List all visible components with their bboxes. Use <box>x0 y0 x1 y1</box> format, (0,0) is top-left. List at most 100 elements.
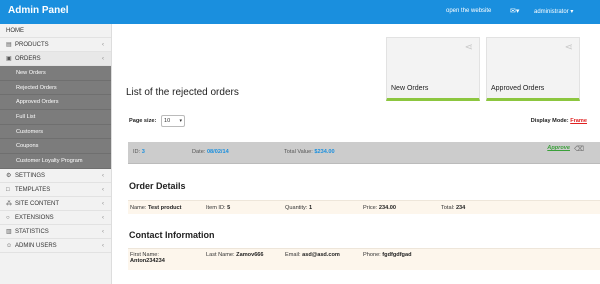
sidebar-item-admin-users[interactable]: ☺ ADMIN USERS ‹ <box>0 239 111 253</box>
sidebar-item-label: ORDERS <box>15 56 41 62</box>
sidebar-item-settings[interactable]: ⚙ SETTINGS ‹ <box>0 169 111 183</box>
sidebar-item-statistics[interactable]: ▥ STATISTICS ‹ <box>0 225 111 239</box>
sidebar-item-products[interactable]: ▤ PRODUCTS ‹ <box>0 38 111 52</box>
template-icon: □ <box>6 186 10 193</box>
contact-email-label: Email: <box>285 252 301 258</box>
sidebar-subitem-full-list[interactable]: Full List <box>0 110 111 125</box>
main-content: ⋖ New Orders ⋖ Approved Orders List of t… <box>113 24 600 284</box>
detail-name-label: Name: <box>130 205 147 211</box>
display-mode: Display Mode: Frame <box>531 118 587 124</box>
display-mode-label: Display Mode: <box>530 118 569 124</box>
order-date-value: 08/02/14 <box>206 149 229 155</box>
user-name: administrator <box>534 9 569 15</box>
chart-icon: ▥ <box>6 228 12 235</box>
detail-item-value: 5 <box>227 205 231 211</box>
contact-phone: Phone: fgdfgdfgad <box>363 252 412 258</box>
sidebar-item-label: STATISTICS <box>15 228 49 235</box>
sidebar-item-orders[interactable]: ▣ ORDERS ‹ <box>0 52 111 66</box>
user-menu[interactable]: administrator ▾ <box>534 8 573 15</box>
approve-button[interactable]: Approve <box>547 145 570 151</box>
sidebar-item-label: HOME <box>6 28 24 34</box>
sidebar-subitem-customers[interactable]: Customers <box>0 125 111 140</box>
order-date: Date: 08/02/14 <box>192 149 229 155</box>
chevron-left-icon: ‹ <box>102 172 104 179</box>
contact-info-row: First Name: Anton234234 Last Name: Zamov6… <box>128 248 600 270</box>
orders-icon: ▣ <box>6 56 12 62</box>
order-details-row: Name: Test product Item ID: 5 Quantity: … <box>128 200 600 214</box>
detail-item-id: Item ID: 5 <box>206 205 230 211</box>
chevron-left-icon: ‹ <box>102 42 104 48</box>
order-details-title: Order Details <box>129 181 186 191</box>
chevron-left-icon: ‹ <box>102 242 104 249</box>
contact-phone-label: Phone: <box>363 252 381 258</box>
sidebar-subitem-new-orders[interactable]: New Orders <box>0 66 111 81</box>
gears-icon: ⚙ <box>6 172 12 179</box>
sidebar-subitem-coupons[interactable]: Coupons <box>0 139 111 155</box>
chevron-left-icon: ‹ <box>102 186 104 193</box>
sidebar-item-extensions[interactable]: ○ EXTENSIONS ‹ <box>0 211 111 225</box>
orders-submenu: New Orders Rejected Orders Approved Orde… <box>0 66 111 169</box>
contact-last-value: Zamov666 <box>236 252 264 258</box>
display-mode-frame-link[interactable]: Frame <box>570 118 587 124</box>
order-total-value: $234.00 <box>314 149 335 155</box>
extensions-icon: ○ <box>6 214 10 221</box>
detail-total-label: Total: <box>441 205 455 211</box>
detail-name-value: Test product <box>148 205 182 211</box>
share-icon: ⋖ <box>464 42 473 53</box>
detail-price-label: Price: <box>363 205 378 211</box>
cart-icon: ▤ <box>6 42 12 48</box>
contact-last-name: Last Name: Zamov666 <box>206 252 264 258</box>
page-size-value: 10 <box>164 118 171 124</box>
contact-last-label: Last Name: <box>206 252 235 258</box>
contact-first-value: Anton234234 <box>130 258 165 264</box>
card-label: Approved Orders <box>491 85 545 92</box>
users-icon: ☺ <box>6 242 13 249</box>
chevron-left-icon: ‹ <box>102 200 104 207</box>
page-title: List of the rejected orders <box>126 87 239 98</box>
chevron-left-icon: ‹ <box>102 228 104 235</box>
detail-total-value: 234 <box>455 205 466 211</box>
sidebar-subitem-approved-orders[interactable]: Approved Orders <box>0 95 111 111</box>
sidebar-item-templates[interactable]: □ TEMPLATES ‹ <box>0 183 111 197</box>
sidebar-subitem-loyalty[interactable]: Customer Loyalty Program <box>0 154 111 169</box>
detail-item-label: Item ID: <box>206 205 226 211</box>
detail-qty-value: 1 <box>308 205 313 211</box>
order-total-label: Total Value: <box>284 149 313 155</box>
contact-phone-value: fgdfgdfgad <box>382 252 412 258</box>
page-size-select[interactable]: 10 ▾ <box>161 115 185 127</box>
order-summary-row: ID: 3 Date: 08/02/14 Total Value: $234.0… <box>128 142 600 164</box>
approved-orders-card[interactable]: ⋖ Approved Orders <box>486 37 580 101</box>
sidebar-item-label: TEMPLATES <box>15 186 51 193</box>
contact-email-value: asd@asd.com <box>302 252 340 258</box>
sidebar-item-label: SITE CONTENT <box>15 200 60 207</box>
top-bar: Admin Panel open the website ✉▾ administ… <box>0 0 600 24</box>
order-total: Total Value: $234.00 <box>284 149 335 155</box>
order-id-value[interactable]: 3 <box>142 149 145 155</box>
sidebar-item-label: EXTENSIONS <box>15 214 54 221</box>
sidebar: HOME ▤ PRODUCTS ‹ ▣ ORDERS ‹ New Orders Re… <box>0 24 112 284</box>
brand-title[interactable]: Admin Panel <box>8 5 69 16</box>
detail-qty-label: Quantity: <box>285 205 308 211</box>
card-label: New Orders <box>391 85 429 92</box>
sitemap-icon: ⁂ <box>6 200 12 207</box>
detail-quantity: Quantity: 1 <box>285 205 312 211</box>
page-size-label: Page size: <box>129 118 157 124</box>
detail-total: Total: 234 <box>441 205 465 211</box>
trash-icon[interactable]: ⌫ <box>574 145 584 153</box>
sidebar-item-site-content[interactable]: ⁂ SITE CONTENT ‹ <box>0 197 111 211</box>
order-id: ID: 3 <box>133 149 145 155</box>
mail-icon[interactable]: ✉▾ <box>510 7 519 15</box>
sidebar-item-label: SETTINGS <box>15 172 46 179</box>
sidebar-item-label: ADMIN USERS <box>15 242 57 249</box>
open-website-link[interactable]: open the website <box>446 8 491 14</box>
sidebar-item-label: PRODUCTS <box>15 42 49 48</box>
order-date-label: Date: <box>192 149 206 155</box>
contact-email: Email: asd@asd.com <box>285 252 340 258</box>
order-id-label: ID: <box>133 149 141 155</box>
detail-price: Price: 234.00 <box>363 205 396 211</box>
new-orders-card[interactable]: ⋖ New Orders <box>386 37 480 101</box>
sidebar-item-home[interactable]: HOME <box>0 24 111 38</box>
sidebar-subitem-rejected-orders[interactable]: Rejected Orders <box>0 81 111 96</box>
detail-price-value: 234.00 <box>378 205 396 211</box>
share-icon: ⋖ <box>564 42 573 53</box>
